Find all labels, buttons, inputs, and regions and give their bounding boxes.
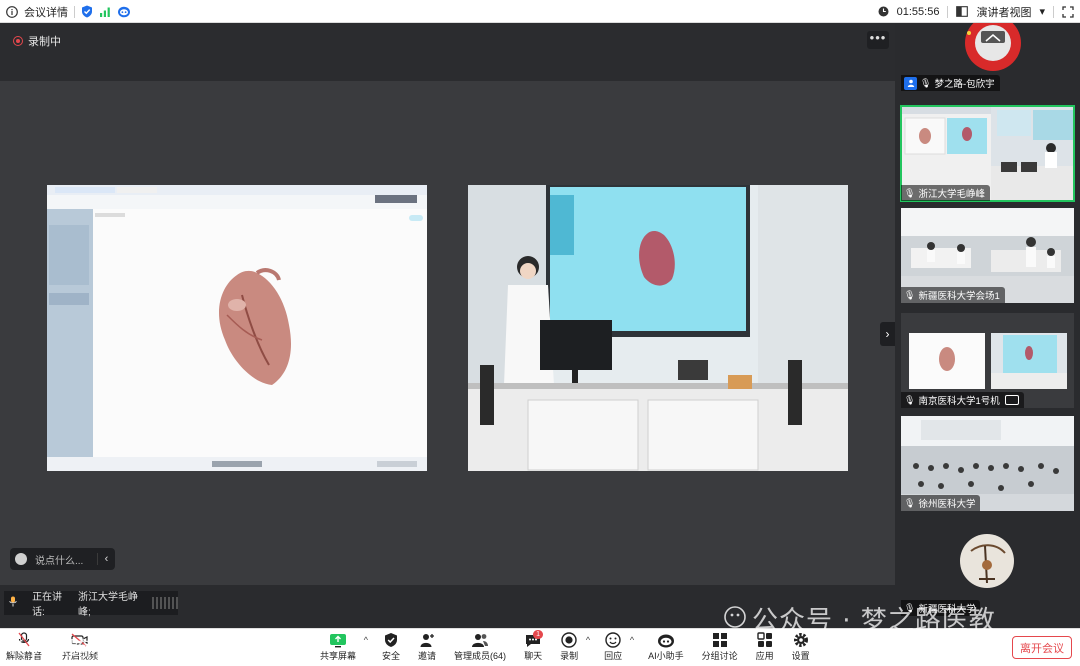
chevron-up-icon[interactable]: ^	[364, 635, 368, 645]
shield-icon[interactable]	[81, 5, 93, 18]
chevron-left-icon[interactable]: ‹	[97, 553, 115, 565]
main-stage: 录制中 ••• › 说点什么... ‹	[0, 23, 895, 585]
participant-tile[interactable]: 🎙 梦之路-包欣宇	[901, 23, 1074, 99]
clock-icon	[878, 6, 889, 17]
microphone-icon: 🎙	[904, 187, 916, 198]
chat-badge: 1	[533, 630, 544, 639]
classroom-image	[468, 185, 848, 471]
participant-name-tag: 🎙 南京医科大学1号机	[901, 392, 1024, 408]
chat-icon: 1	[525, 630, 544, 649]
leave-meeting-button[interactable]: 离开会议	[1012, 636, 1072, 659]
security-label: 安全	[382, 651, 401, 661]
breakout-rooms-button[interactable]: 分组讨论	[702, 631, 738, 662]
settings-label: 设置	[791, 651, 810, 661]
user-icon	[904, 76, 917, 90]
divider	[947, 5, 949, 18]
divider	[1053, 5, 1054, 18]
reaction-label: 回应	[604, 651, 623, 661]
manage-members-label: 管理成员(64)	[454, 651, 507, 661]
share-screen-button[interactable]: 共享屏幕 ^	[320, 631, 368, 662]
stage-header: 录制中 •••	[0, 23, 895, 81]
apps-label: 应用	[755, 651, 774, 661]
meeting-details-link[interactable]: 会议详情	[24, 4, 68, 20]
security-button[interactable]: 安全	[382, 631, 400, 662]
microphone-icon	[9, 596, 22, 610]
participant-panel: 🎙 梦之路-包欣宇 🎙 浙江大学毛峥峰 🎙 新疆医科大学会场1 🎙 南京医科大学…	[895, 23, 1080, 628]
screen-share-icon	[1004, 395, 1019, 405]
emoji-icon[interactable]	[15, 553, 27, 565]
record-icon	[561, 631, 577, 649]
wechat-logo-icon	[724, 606, 746, 628]
fullscreen-icon[interactable]	[1062, 5, 1074, 18]
share-screen-label: 共享屏幕	[320, 651, 357, 661]
view-mode-dropdown[interactable]: 演讲者视图	[976, 4, 1031, 20]
share-screen-icon	[329, 631, 347, 649]
manage-members-button[interactable]: 管理成员(64)	[454, 631, 506, 662]
participant-tile[interactable]: 🎙 新疆医科大学会场1	[901, 208, 1074, 303]
top-bar: 会议详情 01:55:56 演讲者视图 ▾	[0, 0, 1080, 23]
invite-icon	[419, 631, 435, 649]
breakout-rooms-label: 分组讨论	[701, 651, 738, 661]
shared-screen-video[interactable]	[47, 185, 427, 471]
ai-assistant-label: AI小助手	[648, 651, 684, 661]
ai-assistant-icon[interactable]	[117, 5, 131, 18]
ai-assistant-button[interactable]: AI小助手	[648, 631, 684, 662]
presenter-view-icon[interactable]	[956, 6, 969, 17]
signal-icon[interactable]	[99, 6, 111, 18]
microphone-icon: 🎙	[904, 497, 916, 508]
wechat-watermark: 公众号 · 梦之路医教	[752, 606, 996, 636]
participant-name-tag: 🎙 浙江大学毛峥峰	[901, 185, 990, 201]
chat-button[interactable]: 1 聊天	[524, 630, 544, 662]
recording-icon	[13, 36, 23, 46]
participant-name-tag: 🎙 新疆医科大学会场1	[901, 287, 1005, 303]
meeting-timer: 01:55:56	[896, 5, 940, 18]
participant-name-tag: 🎙 徐州医科大学	[901, 495, 981, 511]
more-options-button[interactable]: •••	[867, 31, 889, 49]
microphone-icon: 🎙	[904, 289, 916, 300]
divider	[74, 5, 75, 18]
shared-screen-image	[47, 185, 427, 471]
chevron-right-icon[interactable]: ›	[880, 322, 895, 346]
active-speaker-indicator: 正在讲话: 浙江大学毛峥峰;	[4, 591, 178, 618]
record-button[interactable]: 录制 ^	[560, 631, 590, 662]
chevron-down-icon[interactable]: ▾	[1039, 5, 1045, 18]
participant-tile[interactable]: 🎙 南京医科大学1号机	[901, 313, 1074, 408]
chevron-up-icon[interactable]: ^	[586, 635, 590, 645]
participant-name: 新疆医科大学会场1	[918, 291, 1000, 302]
emoji-icon	[605, 631, 621, 649]
speaking-name: 浙江大学毛峥峰;	[77, 592, 138, 618]
chat-input[interactable]: 说点什么... ‹	[10, 548, 115, 570]
classroom-video[interactable]	[468, 185, 848, 471]
recording-label: 录制中	[28, 36, 61, 48]
microphone-icon: 🎙	[904, 394, 916, 405]
breakout-icon	[712, 631, 728, 649]
invite-button[interactable]: 邀请	[418, 631, 436, 662]
invite-label: 邀请	[418, 651, 437, 661]
participant-name: 徐州医科大学	[918, 499, 976, 510]
info-icon[interactable]	[6, 5, 18, 18]
members-icon	[471, 631, 489, 649]
participant-tile[interactable]: 🎙 徐州医科大学	[901, 416, 1074, 511]
participant-name: 梦之路-包欣宇	[934, 79, 995, 90]
brand-watermark: K 大歌跨境	[10, 636, 110, 660]
muted-mic-icon: 🎙	[920, 77, 932, 88]
chat-placeholder: 说点什么...	[35, 555, 84, 567]
speaking-label: 正在讲话:	[32, 592, 63, 618]
shield-check-icon	[384, 631, 398, 649]
participant-tile[interactable]: 🎙 浙江大学毛峥峰	[900, 105, 1075, 202]
participant-name-tag: 🎙 梦之路-包欣宇	[901, 75, 1000, 91]
chat-label: 聊天	[524, 651, 543, 661]
recording-indicator[interactable]: 录制中	[13, 33, 61, 49]
participant-name: 浙江大学毛峥峰	[918, 189, 985, 200]
chevron-up-icon[interactable]: ^	[630, 635, 634, 645]
record-label: 录制	[560, 651, 579, 661]
audio-wave-icon	[151, 597, 178, 609]
ai-assistant-icon	[657, 631, 675, 649]
participant-name: 南京医科大学1号机	[918, 396, 1000, 407]
reaction-button[interactable]: 回应 ^	[604, 631, 634, 662]
